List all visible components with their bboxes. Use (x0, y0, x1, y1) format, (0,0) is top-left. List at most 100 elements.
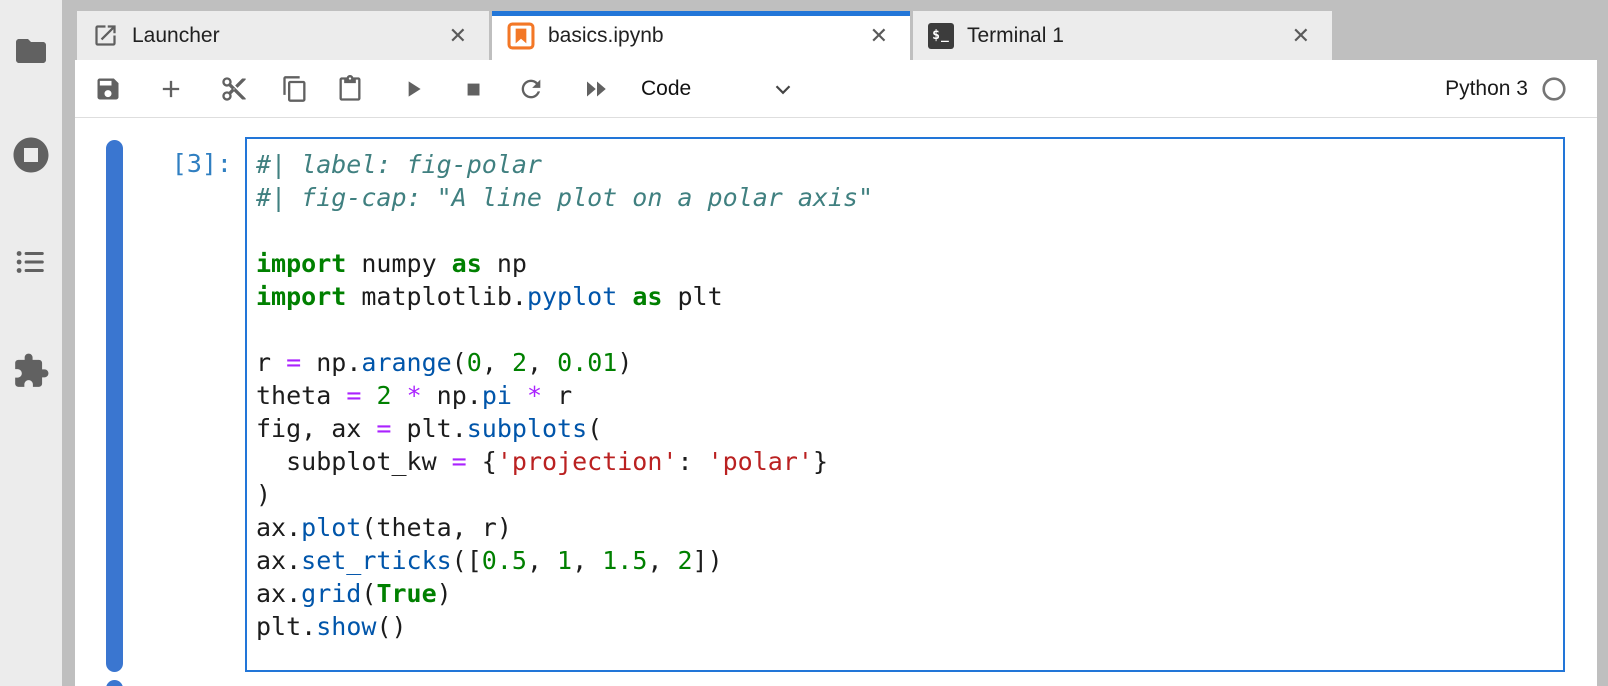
code-token-property: pi (482, 381, 512, 410)
code-line: #| fig-cap: "A line plot on a polar axis… (256, 181, 1563, 214)
code-token-plain: , (482, 348, 512, 377)
close-icon[interactable]: ✕ (1286, 23, 1316, 49)
code-cell-editor[interactable]: #| label: fig-polar#| fig-cap: "A line p… (245, 137, 1565, 672)
code-line: fig, ax = plt.subplots( (256, 412, 1563, 445)
close-icon[interactable]: ✕ (864, 23, 894, 49)
tab-basics-ipynb[interactable]: basics.ipynb ✕ (492, 11, 910, 60)
code-token-number: 2 (512, 348, 527, 377)
code-token-plain: ) (437, 579, 452, 608)
jupyterlab-window: Launcher ✕ basics.ipynb ✕ $_ Terminal 1 … (0, 0, 1608, 686)
code-token-plain: ]) (693, 546, 723, 575)
tab-terminal-1[interactable]: $_ Terminal 1 ✕ (913, 11, 1332, 60)
clipboard-icon (336, 75, 364, 103)
code-token-plain: numpy (346, 249, 451, 278)
code-token-operator: = (346, 381, 361, 410)
code-token-number: 0.01 (557, 348, 617, 377)
plus-icon (157, 75, 185, 103)
cell-collapser[interactable] (106, 140, 123, 672)
sidebar-item-running-kernels[interactable] (10, 134, 52, 176)
code-lines: #| label: fig-polar#| fig-cap: "A line p… (256, 148, 1563, 643)
code-line: #| label: fig-polar (256, 148, 1563, 181)
code-token-plain: subplot_kw (256, 447, 452, 476)
code-token-operator: * (407, 381, 422, 410)
puzzle-icon (12, 352, 50, 390)
code-token-number: 1.5 (602, 546, 647, 575)
tab-label: Launcher (132, 24, 443, 48)
interrupt-kernel-button[interactable] (455, 71, 491, 107)
sidebar-item-table-of-contents[interactable] (14, 245, 48, 279)
cell-type-dropdown-value[interactable]: Code (641, 77, 691, 101)
scissors-icon (220, 75, 248, 103)
activity-sidebar (0, 0, 62, 686)
notebook-icon (507, 22, 535, 50)
code-token-plain: } (813, 447, 828, 476)
cut-cells-button[interactable] (216, 71, 252, 107)
code-token-plain: ax. (256, 546, 301, 575)
code-line: ax.plot(theta, r) (256, 511, 1563, 544)
code-token-string: 'projection' (497, 447, 678, 476)
code-token-keyword: as (452, 249, 482, 278)
code-token-plain: theta (256, 381, 346, 410)
restart-kernel-button[interactable] (513, 71, 549, 107)
code-token-property: subplots (467, 414, 587, 443)
code-token-plain (392, 381, 407, 410)
code-token-plain: ( (452, 348, 467, 377)
code-token-plain: fig, ax (256, 414, 376, 443)
code-token-plain (512, 381, 527, 410)
code-token-plain: np (482, 249, 527, 278)
code-token-property: grid (301, 579, 361, 608)
notebook-toolbar: Code Python 3 (75, 60, 1597, 118)
code-token-plain: matplotlib. (346, 282, 527, 311)
code-token-plain: ax. (256, 513, 301, 542)
stop-icon (460, 76, 486, 102)
kernel-name[interactable]: Python 3 (1445, 77, 1528, 101)
code-token-comment: #| fig-cap: "A line plot on a polar axis… (256, 183, 873, 212)
sidebar-item-extensions[interactable] (12, 352, 50, 390)
active-tab-indicator (492, 11, 910, 16)
code-token-plain: : (677, 447, 707, 476)
code-token-property: set_rticks (301, 546, 452, 575)
copy-cells-button[interactable] (277, 71, 313, 107)
code-token-plain: { (467, 447, 497, 476)
notebook-content: [3]: #| label: fig-polar#| fig-cap: "A l… (75, 118, 1597, 686)
run-cell-button[interactable] (395, 71, 431, 107)
code-token-property: arange (361, 348, 451, 377)
code-token-plain: ) (256, 480, 271, 509)
stop-circle-icon (10, 134, 52, 176)
code-token-number: 0 (467, 348, 482, 377)
close-icon[interactable]: ✕ (443, 23, 473, 49)
insert-cell-button[interactable] (153, 71, 189, 107)
code-token-plain: ) (617, 348, 632, 377)
kernel-status-icon[interactable] (1541, 76, 1567, 102)
code-token-number: 2 (376, 381, 391, 410)
code-line (256, 214, 1563, 247)
code-line: theta = 2 * np.pi * r (256, 379, 1563, 412)
code-token-plain: (theta, r) (361, 513, 512, 542)
code-token-keyword: import (256, 249, 346, 278)
list-icon (14, 245, 48, 279)
code-token-plain: r (256, 348, 286, 377)
code-token-plain: , (527, 348, 557, 377)
play-icon (400, 76, 426, 102)
code-token-plain: , (527, 546, 557, 575)
terminal-icon: $_ (928, 23, 954, 49)
cell-type-dropdown[interactable] (765, 71, 801, 107)
save-button[interactable] (90, 71, 126, 107)
tab-launcher[interactable]: Launcher ✕ (77, 11, 489, 60)
code-token-plain: np. (301, 348, 361, 377)
paste-cells-button[interactable] (332, 71, 368, 107)
next-cell-collapser[interactable] (106, 680, 123, 686)
code-token-plain: r (542, 381, 572, 410)
code-line (256, 313, 1563, 346)
sidebar-item-file-browser[interactable] (13, 33, 49, 69)
copy-icon (281, 75, 309, 103)
code-token-plain: np. (422, 381, 482, 410)
code-token-plain: plt (662, 282, 722, 311)
execution-count-prompt: [3]: (130, 149, 232, 178)
save-icon (94, 75, 122, 103)
restart-run-all-button[interactable] (579, 71, 615, 107)
code-token-plain: ax. (256, 579, 301, 608)
code-line: r = np.arange(0, 2, 0.01) (256, 346, 1563, 379)
code-line: ) (256, 478, 1563, 511)
code-token-property: plot (301, 513, 361, 542)
